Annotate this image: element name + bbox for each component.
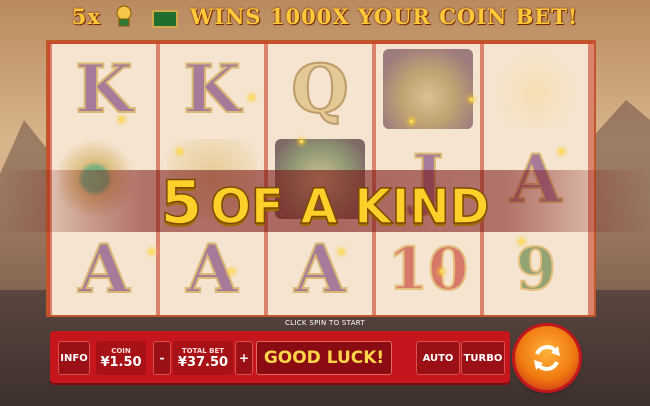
coin-label: COIN: [111, 346, 131, 355]
control-panel: INFO COIN ¥1.50 - TOTAL BET ¥37.50 + GOO…: [50, 331, 510, 383]
spin-button[interactable]: [515, 326, 579, 390]
turbo-button[interactable]: TURBO: [461, 341, 505, 375]
win-message: 5 OF A KIND: [0, 167, 650, 239]
coin-tree-icon: [113, 5, 135, 32]
wild-symbol-icon: [151, 9, 178, 28]
total-bet-value: ¥37.50: [177, 354, 229, 370]
headline-prefix: 5x: [71, 4, 101, 29]
coin-selector[interactable]: COIN ¥1.50: [96, 341, 146, 375]
auto-spin-button[interactable]: AUTO: [416, 341, 460, 375]
coin-value: ¥1.50: [100, 354, 142, 370]
total-bet-display: TOTAL BET ¥37.50: [173, 341, 233, 375]
bet-increase-button[interactable]: +: [235, 341, 253, 375]
info-button[interactable]: INFO: [58, 341, 90, 375]
headline-text: WINS 1000X YOUR COIN BET!: [189, 4, 579, 29]
status-message: GOOD LUCK!: [256, 341, 392, 375]
win-count: 5: [160, 167, 203, 239]
refresh-arrows-icon: [534, 345, 560, 371]
bet-decrease-button[interactable]: -: [153, 341, 171, 375]
total-bet-label: TOTAL BET: [181, 346, 225, 355]
headline-banner: 5x WINS 1000X YOUR COIN BET!: [0, 4, 650, 32]
win-label: OF A KIND: [209, 178, 490, 236]
